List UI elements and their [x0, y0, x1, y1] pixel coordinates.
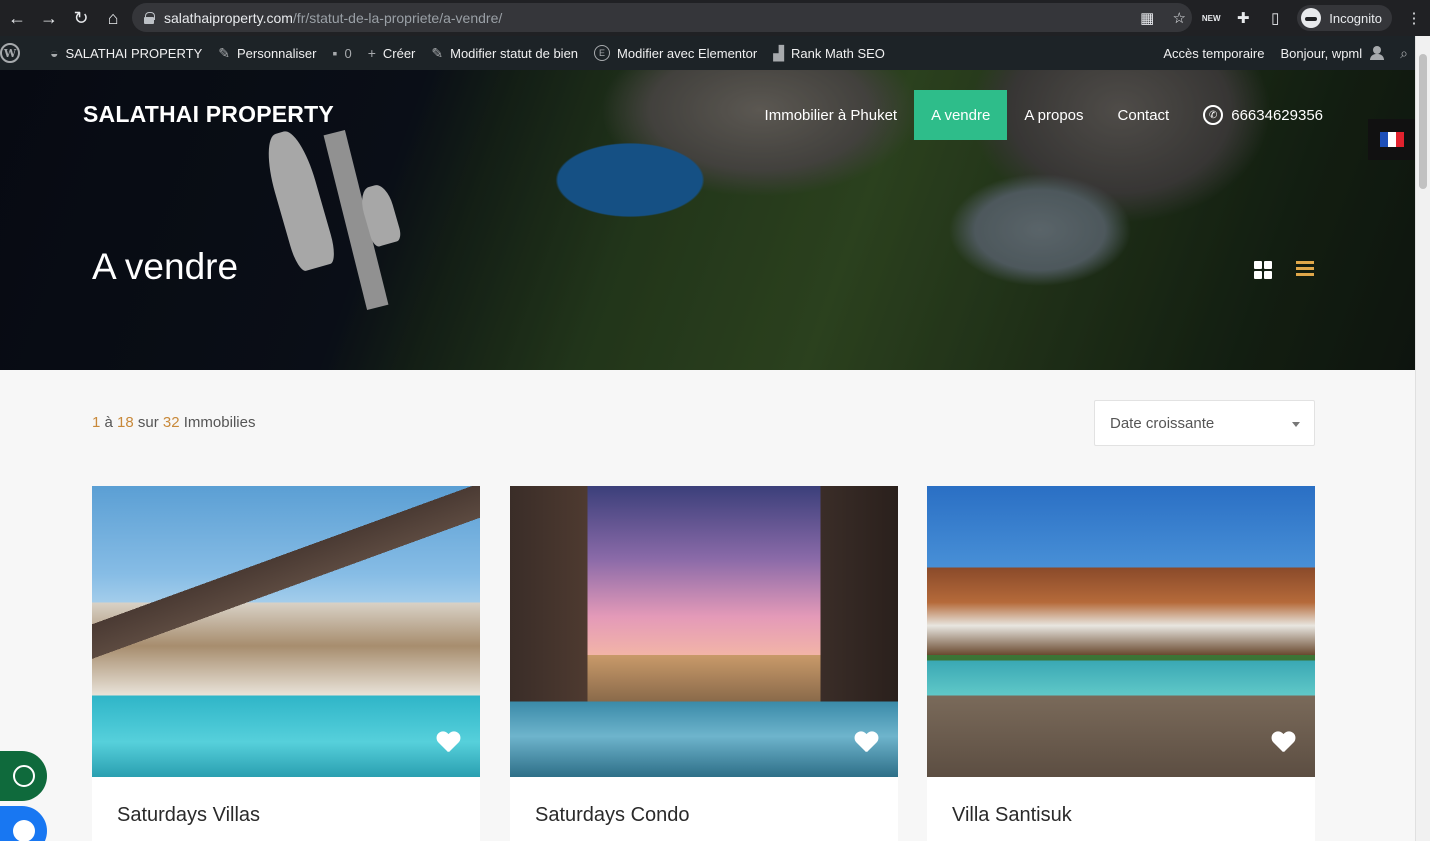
- home-icon[interactable]: ⌂: [98, 3, 128, 33]
- forward-arrow-icon[interactable]: →: [34, 3, 64, 33]
- new-extension-icon[interactable]: NEW: [1195, 2, 1227, 34]
- wp-admin-bar: W ◒ SALATHAI PROPERTY ✎ Personnaliser ▪ …: [0, 36, 1430, 70]
- results-count: 1 à 18 sur 32 Immobilies: [92, 414, 255, 431]
- qr-code-icon[interactable]: ▦: [1131, 2, 1163, 34]
- elementor-link[interactable]: E Modifier avec Elementor: [586, 36, 765, 70]
- sort-select[interactable]: Date croissante: [1094, 400, 1315, 446]
- address-bar[interactable]: salathaiproperty.com/fr/statut-de-la-pro…: [132, 3, 1192, 32]
- property-image[interactable]: [92, 486, 480, 777]
- star-icon[interactable]: ☆: [1163, 2, 1195, 34]
- site-logo[interactable]: SALATHAI PROPERTY: [83, 101, 334, 128]
- range-separator: à: [104, 414, 113, 431]
- edit-status-link[interactable]: ✎ Modifier statut de bien: [423, 36, 586, 70]
- incognito-icon: [1301, 8, 1322, 28]
- create-label: Créer: [382, 45, 416, 61]
- comments-link[interactable]: ▪ 0: [324, 36, 359, 70]
- dashboard-icon: ◒: [50, 45, 59, 61]
- wordpress-icon: W: [0, 43, 20, 63]
- comment-icon: ▪: [332, 45, 338, 61]
- customize-link[interactable]: ✎ Personnaliser: [210, 36, 324, 70]
- whatsapp-chat-button[interactable]: [0, 751, 47, 801]
- search-icon: ⌕: [1400, 44, 1408, 61]
- temporary-access-link[interactable]: Accès temporaire: [1155, 36, 1272, 70]
- property-title[interactable]: Saturdays Condo: [535, 804, 690, 827]
- property-title[interactable]: Saturdays Villas: [117, 804, 260, 827]
- edit-status-label: Modifier statut de bien: [450, 45, 579, 61]
- language-switcher[interactable]: [1368, 119, 1415, 160]
- pencil-icon: ✎: [431, 44, 444, 61]
- kebab-menu-icon[interactable]: ⋮: [1398, 2, 1430, 34]
- incognito-badge[interactable]: Incognito: [1297, 5, 1392, 31]
- create-new-link[interactable]: + Créer: [360, 36, 424, 70]
- elementor-icon: E: [594, 45, 611, 61]
- results-noun: Immobilies: [183, 414, 256, 431]
- nav-item-phuket[interactable]: Immobilier à Phuket: [748, 90, 915, 140]
- wordpress-logo-button[interactable]: W: [0, 36, 28, 70]
- rank-math-link[interactable]: ▟ Rank Math SEO: [765, 36, 893, 70]
- favorite-heart-icon[interactable]: [1271, 732, 1295, 754]
- range-start: 1: [92, 414, 101, 431]
- back-arrow-icon[interactable]: ←: [2, 3, 32, 33]
- chevron-down-icon: [1292, 422, 1300, 427]
- elementor-label: Modifier avec Elementor: [617, 45, 758, 61]
- property-image[interactable]: [510, 486, 898, 777]
- plus-icon: +: [367, 45, 376, 61]
- brush-icon: ✎: [218, 44, 230, 61]
- browser-toolbar: ← → ↻ ⌂ salathaiproperty.com/fr/statut-d…: [0, 0, 1430, 36]
- user-avatar-icon: [1370, 46, 1385, 60]
- property-card[interactable]: Saturdays Condo: [510, 486, 898, 841]
- nav-phone-link[interactable]: ✆ 66634629356: [1186, 90, 1323, 140]
- temporary-access-label: Accès temporaire: [1163, 45, 1265, 61]
- nav-item-a-propos[interactable]: A propos: [1007, 90, 1100, 140]
- hero-banner: SALATHAI PROPERTY Immobilier à Phuket A …: [0, 70, 1415, 370]
- comments-count: 0: [344, 45, 352, 61]
- rank-math-label: Rank Math SEO: [790, 45, 885, 61]
- messenger-chat-button[interactable]: [0, 806, 47, 841]
- sort-selected-value: Date croissante: [1110, 414, 1215, 432]
- url-domain: salathaiproperty.com: [164, 9, 293, 26]
- reload-icon[interactable]: ↻: [66, 3, 96, 33]
- incognito-label: Incognito: [1329, 10, 1382, 26]
- lock-icon[interactable]: [144, 11, 155, 24]
- side-panel-icon[interactable]: ▯: [1259, 2, 1291, 34]
- greeting-label: Bonjour, wpml: [1280, 45, 1363, 61]
- french-flag-icon: [1379, 132, 1404, 147]
- url-path: /fr/statut-de-la-propriete/a-vendre/: [292, 9, 503, 26]
- scrollbar-thumb[interactable]: [1419, 54, 1427, 189]
- property-card[interactable]: Saturdays Villas: [92, 486, 480, 841]
- nav-item-contact[interactable]: Contact: [1101, 90, 1187, 140]
- page-scrollbar[interactable]: [1415, 36, 1430, 841]
- main-navigation: Immobilier à Phuket A vendre A propos Co…: [748, 90, 1323, 140]
- property-title[interactable]: Villa Santisuk: [952, 804, 1072, 827]
- favorite-heart-icon[interactable]: [436, 732, 460, 754]
- grid-view-icon[interactable]: [1254, 261, 1272, 279]
- rank-math-icon: ▟: [773, 44, 784, 61]
- range-end: 18: [117, 414, 134, 431]
- nav-item-a-vendre[interactable]: A vendre: [914, 90, 1008, 140]
- site-name-link[interactable]: ◒ SALATHAI PROPERTY: [42, 36, 210, 70]
- customize-label: Personnaliser: [236, 45, 317, 61]
- site-name-label: SALATHAI PROPERTY: [65, 45, 203, 61]
- phone-number: 66634629356: [1231, 106, 1323, 124]
- whatsapp-icon: [12, 765, 35, 787]
- whatsapp-icon: ✆: [1203, 105, 1224, 125]
- puzzle-icon[interactable]: ✚: [1227, 2, 1259, 34]
- property-image[interactable]: [927, 486, 1315, 777]
- total-count: 32: [162, 414, 180, 431]
- page-title: A vendre: [92, 246, 239, 287]
- favorite-heart-icon[interactable]: [854, 732, 878, 754]
- property-card[interactable]: Villa Santisuk: [927, 486, 1315, 841]
- messenger-icon: [12, 820, 35, 841]
- list-view-icon[interactable]: [1296, 261, 1314, 279]
- my-account-link[interactable]: Bonjour, wpml: [1273, 36, 1393, 70]
- range-of: sur: [137, 414, 159, 431]
